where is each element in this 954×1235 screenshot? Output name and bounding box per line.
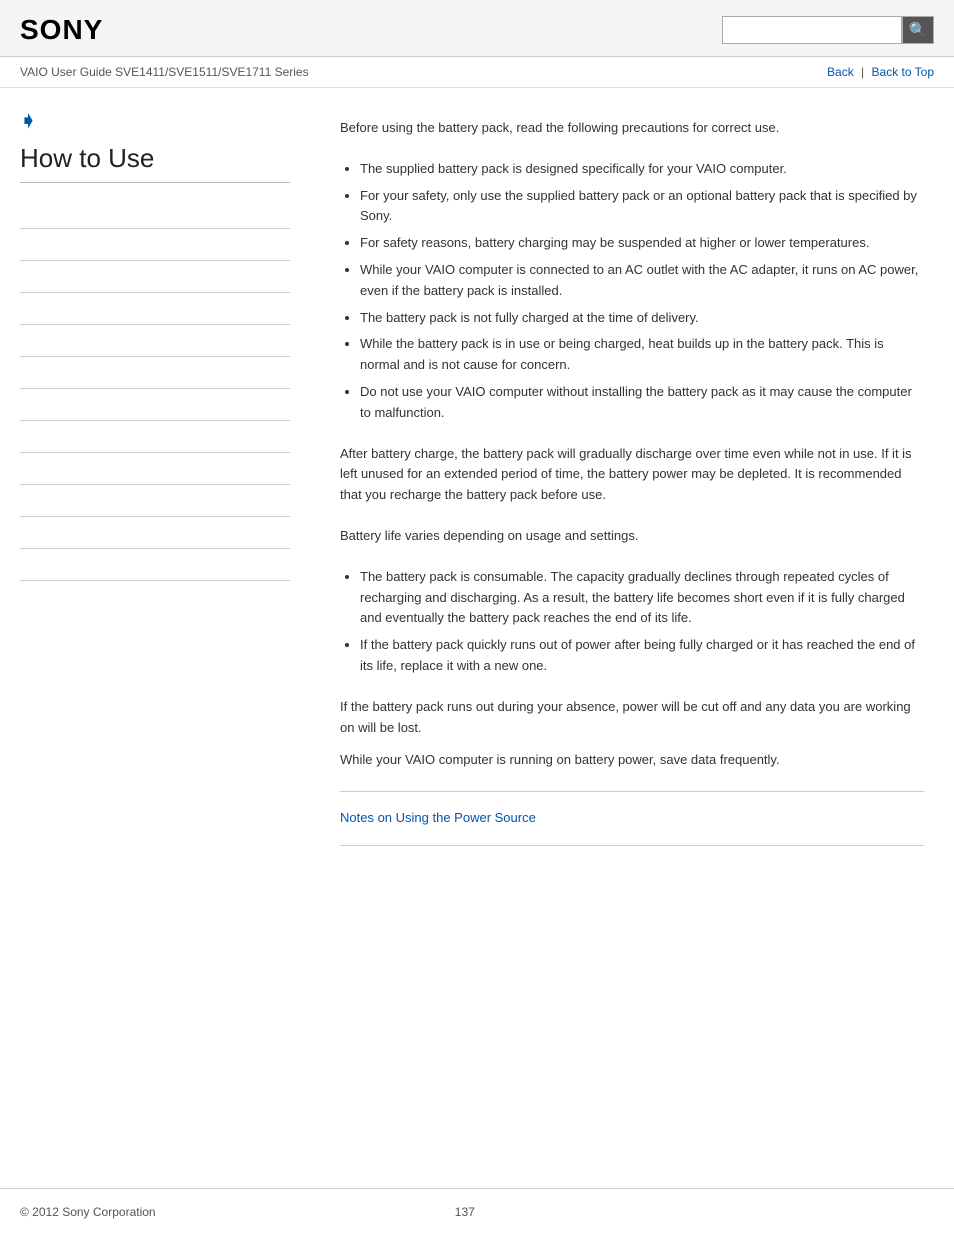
list-item xyxy=(20,197,290,229)
para2-section: After battery charge, the battery pack w… xyxy=(340,444,924,506)
footer-copyright: © 2012 Sony Corporation xyxy=(20,1205,156,1219)
sidebar-link-list xyxy=(20,197,290,581)
list-item xyxy=(20,453,290,485)
sidebar-link[interactable] xyxy=(20,462,23,476)
sidebar-link[interactable] xyxy=(20,430,23,444)
list-item xyxy=(20,293,290,325)
search-button[interactable]: 🔍 xyxy=(902,16,934,44)
para4-section: If the battery pack runs out during your… xyxy=(340,697,924,771)
para4b: While your VAIO computer is running on b… xyxy=(340,750,924,771)
search-area: 🔍 xyxy=(722,16,934,44)
list-item xyxy=(20,517,290,549)
list-item: If the battery pack quickly runs out of … xyxy=(360,635,924,677)
nav-bar: VAIO User Guide SVE1411/SVE1511/SVE1711 … xyxy=(0,57,954,88)
list-item xyxy=(20,485,290,517)
intro-section: Before using the battery pack, read the … xyxy=(340,118,924,139)
sidebar-link[interactable] xyxy=(20,206,23,220)
bullets1-section: The supplied battery pack is designed sp… xyxy=(340,159,924,424)
sidebar-link[interactable] xyxy=(20,302,23,316)
footer-page-number: 137 xyxy=(156,1205,774,1219)
search-icon: 🔍 xyxy=(909,21,928,39)
para2: After battery charge, the battery pack w… xyxy=(340,444,924,506)
bullets2-list: The battery pack is consumable. The capa… xyxy=(360,567,924,677)
sidebar-link[interactable] xyxy=(20,270,23,284)
main-content: Before using the battery pack, read the … xyxy=(310,88,954,884)
list-item: Do not use your VAIO computer without in… xyxy=(360,382,924,424)
sidebar-link[interactable] xyxy=(20,334,23,348)
list-item: For your safety, only use the supplied b… xyxy=(360,186,924,228)
list-item xyxy=(20,389,290,421)
intro-paragraph: Before using the battery pack, read the … xyxy=(340,118,924,139)
list-item xyxy=(20,229,290,261)
list-item: While your VAIO computer is connected to… xyxy=(360,260,924,302)
sidebar-link[interactable] xyxy=(20,558,23,572)
sidebar-title: How to Use xyxy=(20,143,290,183)
back-link[interactable]: Back xyxy=(827,65,854,79)
nav-title: VAIO User Guide SVE1411/SVE1511/SVE1711 … xyxy=(20,65,309,79)
sidebar-link[interactable] xyxy=(20,526,23,540)
list-item xyxy=(20,325,290,357)
list-item xyxy=(20,357,290,389)
sidebar: ➧ How to Use xyxy=(0,88,310,884)
bullets1-list: The supplied battery pack is designed sp… xyxy=(360,159,924,424)
header: SONY 🔍 xyxy=(0,0,954,57)
nav-links: Back | Back to Top xyxy=(827,65,934,79)
list-item: For safety reasons, battery charging may… xyxy=(360,233,924,254)
sidebar-chevron: ➧ xyxy=(20,108,290,133)
para3: Battery life varies depending on usage a… xyxy=(340,526,924,547)
list-item: While the battery pack is in use or bein… xyxy=(360,334,924,376)
main-container: ➧ How to Use xyxy=(0,88,954,884)
content-wrapper: ➧ How to Use xyxy=(0,88,954,1188)
section-divider-bottom xyxy=(340,845,924,846)
list-item xyxy=(20,549,290,581)
back-to-top-link[interactable]: Back to Top xyxy=(872,65,934,79)
search-input[interactable] xyxy=(722,16,902,44)
sony-logo: SONY xyxy=(20,14,103,46)
list-item: The battery pack is not fully charged at… xyxy=(360,308,924,329)
bullets2-section: The battery pack is consumable. The capa… xyxy=(340,567,924,677)
footer: © 2012 Sony Corporation 137 xyxy=(0,1188,954,1235)
para3-section: Battery life varies depending on usage a… xyxy=(340,526,924,547)
list-item: The supplied battery pack is designed sp… xyxy=(360,159,924,180)
nav-divider: | xyxy=(861,65,864,79)
sidebar-link[interactable] xyxy=(20,494,23,508)
list-item xyxy=(20,261,290,293)
related-links-section: Notes on Using the Power Source xyxy=(340,810,924,825)
list-item xyxy=(20,421,290,453)
section-divider xyxy=(340,791,924,792)
notes-power-source-link[interactable]: Notes on Using the Power Source xyxy=(340,810,536,825)
para4a: If the battery pack runs out during your… xyxy=(340,697,924,739)
list-item: The battery pack is consumable. The capa… xyxy=(360,567,924,629)
sidebar-link[interactable] xyxy=(20,366,23,380)
sidebar-link[interactable] xyxy=(20,238,23,252)
sidebar-link[interactable] xyxy=(20,398,23,412)
